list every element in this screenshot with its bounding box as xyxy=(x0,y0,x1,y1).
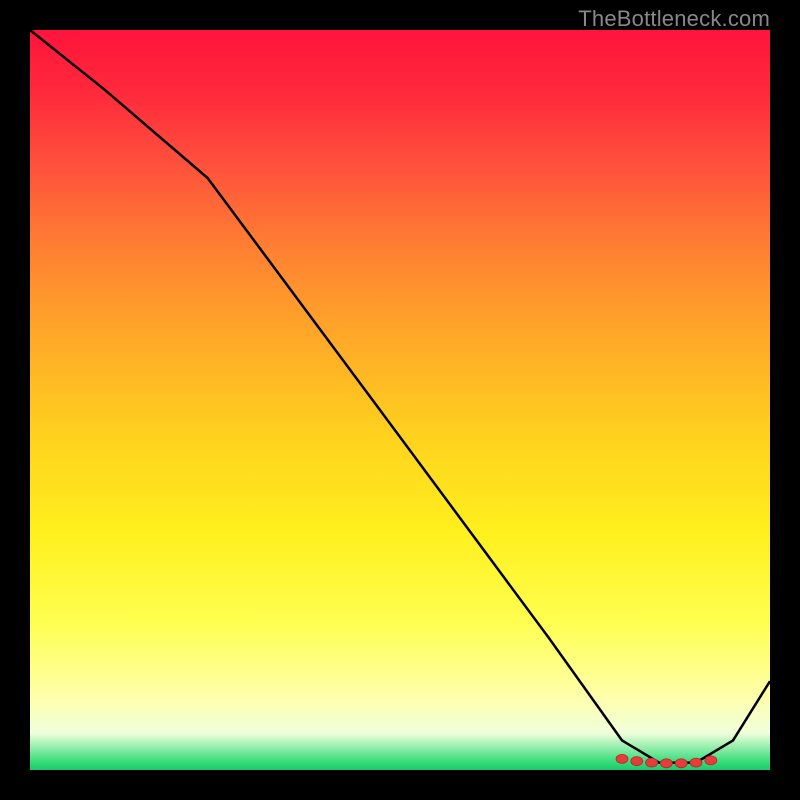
data-marker xyxy=(616,754,628,763)
line-series-curve xyxy=(30,30,770,763)
chart-container: TheBottleneck.com xyxy=(0,0,800,800)
data-marker xyxy=(646,758,658,767)
data-marker xyxy=(675,759,687,768)
data-marker xyxy=(690,758,702,767)
data-marker xyxy=(631,757,643,766)
marker-group xyxy=(616,754,717,767)
data-marker xyxy=(660,759,672,768)
plot-area xyxy=(30,30,770,770)
data-marker xyxy=(705,756,717,765)
watermark-text: TheBottleneck.com xyxy=(578,6,770,32)
chart-svg xyxy=(30,30,770,770)
